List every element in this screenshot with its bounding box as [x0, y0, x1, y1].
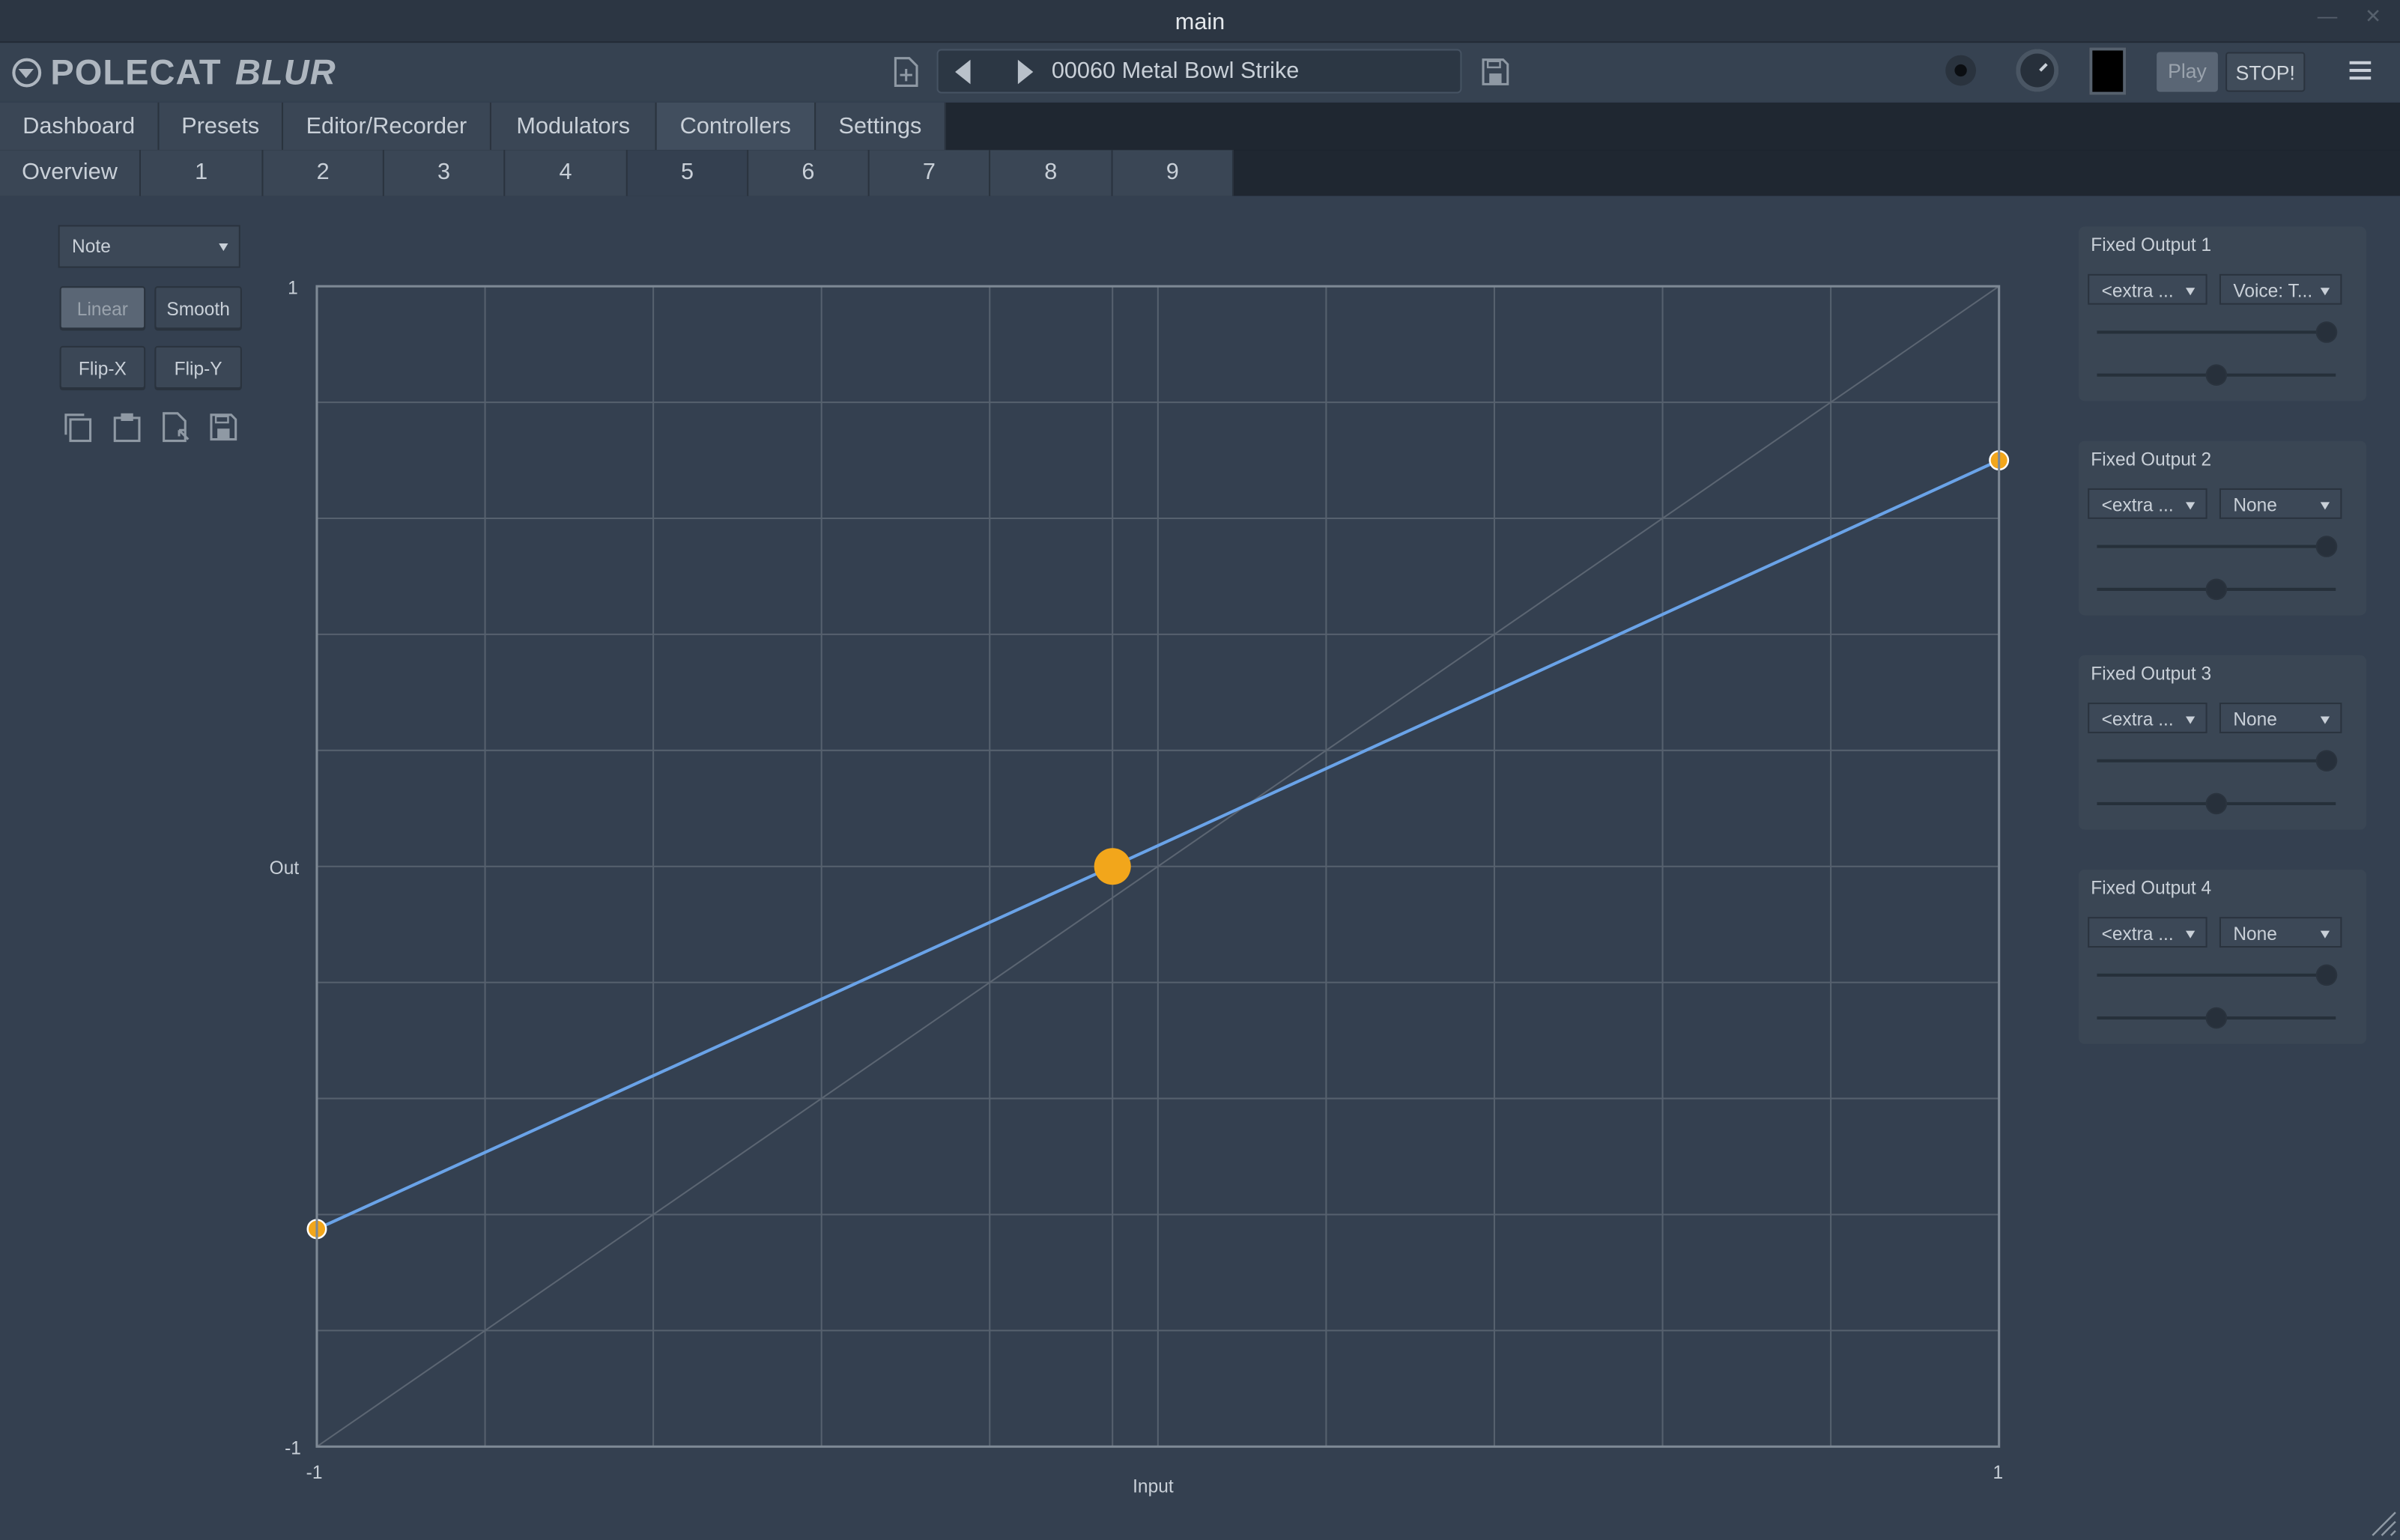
- fixed-output-2-amount-slider[interactable]: [2097, 537, 2336, 556]
- fixed-output-1-panel: Fixed Output 1 <extra ... Voice: T...: [2078, 226, 2367, 401]
- chevron-down-icon: [2320, 502, 2330, 510]
- slider-thumb[interactable]: [2317, 537, 2336, 556]
- chevron-down-icon: [2185, 930, 2196, 939]
- resize-grip-icon[interactable]: [2369, 1509, 2397, 1537]
- fixed-output-1-source-value: <extra ...: [2101, 279, 2174, 302]
- fixed-output-3-offset-slider[interactable]: [2097, 794, 2336, 813]
- fixed-output-2-source-value: <extra ...: [2101, 494, 2174, 516]
- fixed-output-4-amount-slider[interactable]: [2097, 965, 2336, 985]
- fixed-output-2-offset-slider[interactable]: [2097, 580, 2336, 599]
- slider-thumb[interactable]: [2207, 366, 2226, 384]
- slider-thumb[interactable]: [2317, 751, 2336, 770]
- fixed-output-1-offset-slider[interactable]: [2097, 366, 2336, 384]
- fixed-output-4-source-value: <extra ...: [2101, 923, 2174, 945]
- fixed-output-1-source-select[interactable]: <extra ...: [2088, 273, 2207, 305]
- chevron-down-icon: [2185, 716, 2196, 724]
- fixed-output-1-title: Fixed Output 1: [2091, 234, 2212, 256]
- chevron-down-icon: [2185, 288, 2196, 296]
- fixed-output-2-target-select[interactable]: None: [2219, 488, 2342, 519]
- curve-point[interactable]: [1094, 848, 1131, 885]
- slider-thumb[interactable]: [2207, 1008, 2226, 1028]
- fixed-output-2-source-select[interactable]: <extra ...: [2088, 488, 2207, 519]
- fixed-output-3-source-value: <extra ...: [2101, 709, 2174, 730]
- fixed-output-4-title: Fixed Output 4: [2091, 877, 2212, 899]
- slider-thumb[interactable]: [2317, 965, 2336, 985]
- fixed-output-3-amount-slider[interactable]: [2097, 751, 2336, 770]
- fixed-output-4-target-select[interactable]: None: [2219, 917, 2342, 948]
- chevron-down-icon: [2320, 716, 2330, 724]
- fixed-output-3-target-value: None: [2233, 709, 2277, 730]
- fixed-output-1-amount-slider[interactable]: [2097, 323, 2336, 342]
- slider-thumb[interactable]: [2317, 323, 2336, 342]
- fixed-output-3-source-select[interactable]: <extra ...: [2088, 703, 2207, 733]
- fixed-output-2-title: Fixed Output 2: [2091, 448, 2212, 470]
- fixed-output-4-offset-slider[interactable]: [2097, 1008, 2336, 1028]
- chevron-down-icon: [2320, 930, 2330, 939]
- fixed-output-4-target-value: None: [2233, 923, 2277, 945]
- fixed-output-3-panel: Fixed Output 3 <extra ... None: [2078, 655, 2367, 830]
- fixed-output-1-target-select[interactable]: Voice: T...: [2219, 273, 2342, 305]
- fixed-output-2-target-value: None: [2233, 494, 2277, 516]
- fixed-output-3-title: Fixed Output 3: [2091, 662, 2212, 685]
- fixed-output-4-source-select[interactable]: <extra ...: [2088, 917, 2207, 948]
- fixed-output-4-panel: Fixed Output 4 <extra ... None: [2078, 869, 2367, 1044]
- fixed-output-1-target-value: Voice: T...: [2233, 279, 2313, 302]
- chevron-down-icon: [2185, 502, 2196, 510]
- fixed-output-3-target-select[interactable]: None: [2219, 703, 2342, 733]
- slider-thumb[interactable]: [2207, 794, 2226, 813]
- chevron-down-icon: [2320, 288, 2330, 296]
- slider-thumb[interactable]: [2207, 580, 2226, 599]
- curve-plot[interactable]: [0, 0, 2400, 1540]
- fixed-output-2-panel: Fixed Output 2 <extra ... None: [2078, 440, 2367, 616]
